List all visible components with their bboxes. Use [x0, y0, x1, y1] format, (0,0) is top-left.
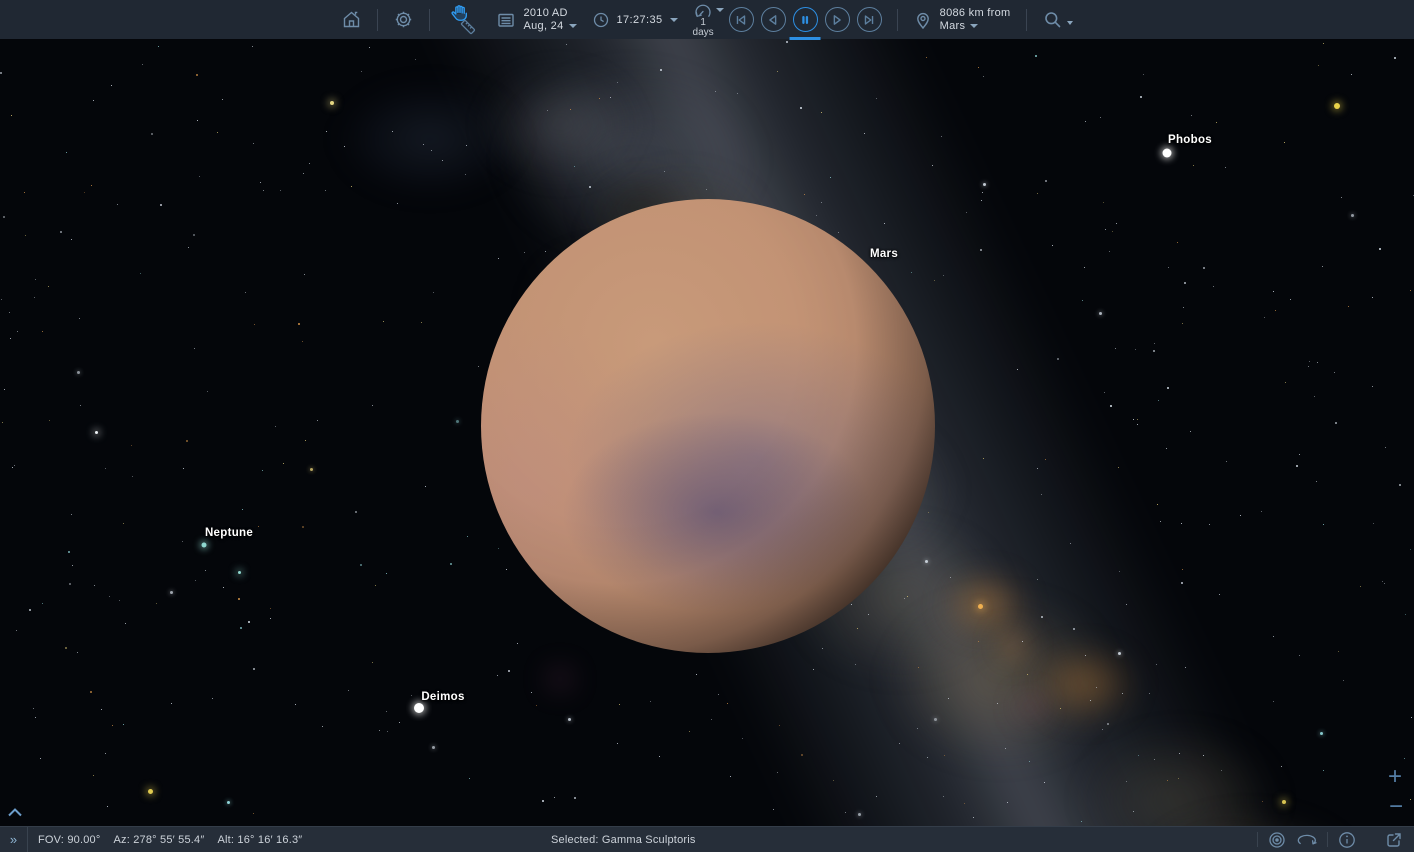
home-icon — [341, 9, 362, 30]
play-back-icon — [762, 9, 784, 31]
neptune-dot[interactable] — [202, 543, 207, 548]
status-bar: » FOV: 90.00° Az: 278° 55′ 55.4″ Alt: 16… — [0, 826, 1414, 852]
pointer-tools — [445, 1, 481, 39]
orbit-view-button[interactable] — [1296, 830, 1318, 850]
top-toolbar: 2010 AD Aug, 24 17:27:35 1 — [0, 0, 1414, 39]
search-button[interactable] — [1042, 9, 1073, 31]
statusbar-tools — [1257, 830, 1414, 850]
time-step-unit: days — [693, 28, 714, 38]
time-value: 17:27:35 — [617, 14, 663, 26]
time-step-selector[interactable]: 1 days — [693, 3, 714, 38]
play-button[interactable] — [825, 7, 850, 32]
chevron-down-icon — [716, 8, 724, 12]
location-pin-icon — [913, 9, 933, 31]
skip-start-icon — [730, 9, 752, 31]
step-back-button[interactable] — [761, 7, 786, 32]
divider — [27, 827, 28, 852]
divider — [1327, 832, 1328, 847]
divider — [1257, 832, 1258, 847]
selected-object-label: Selected: Gamma Sculptoris — [551, 834, 696, 846]
clock-icon — [592, 11, 610, 29]
search-icon — [1042, 9, 1064, 31]
chevron-up-icon — [6, 807, 24, 818]
expand-panel-button[interactable]: » — [0, 827, 27, 852]
sky-label-deimos[interactable]: Deimos — [421, 691, 464, 703]
sky-label-phobos[interactable]: Phobos — [1168, 134, 1212, 146]
playback-controls — [729, 7, 882, 32]
chevron-down-icon — [1067, 21, 1073, 25]
phobos-dot[interactable] — [1163, 149, 1172, 158]
object-labels-layer: Phobos Mars Neptune Deimos — [0, 39, 1414, 826]
info-icon — [1337, 830, 1357, 850]
settings-button[interactable] — [393, 9, 414, 30]
altitude-value: Alt: 16° 16′ 16.3″ — [217, 834, 302, 846]
pause-button[interactable] — [793, 7, 818, 32]
play-icon — [826, 9, 848, 31]
external-link-icon — [1384, 830, 1404, 850]
azimuth-value: Az: 278° 55′ 55.4″ — [113, 834, 204, 846]
date-era: 2010 AD — [523, 7, 576, 20]
planetarium-app: 2010 AD Aug, 24 17:27:35 1 — [0, 0, 1414, 852]
chevron-down-icon — [970, 24, 978, 28]
center-object-button[interactable] — [1267, 830, 1287, 850]
sky-label-neptune[interactable]: Neptune — [205, 527, 253, 539]
home-button[interactable] — [341, 9, 362, 30]
divider — [897, 9, 898, 31]
share-external-button[interactable] — [1384, 830, 1404, 850]
target-icon — [1267, 830, 1287, 850]
divider — [377, 9, 378, 31]
zoom-in-button[interactable]: + — [1388, 767, 1402, 787]
view-coordinates: FOV: 90.00° Az: 278° 55′ 55.4″ Alt: 16° … — [38, 834, 302, 846]
divider — [1026, 9, 1027, 31]
skip-to-start-button[interactable] — [729, 7, 754, 32]
location-body: Mars — [940, 20, 966, 33]
pause-icon — [794, 9, 816, 31]
pan-up-button[interactable] — [6, 807, 24, 818]
divider — [429, 9, 430, 31]
skip-end-icon — [858, 9, 880, 31]
date-day: Aug, 24 — [523, 20, 563, 33]
chevron-down-icon — [670, 18, 678, 22]
deimos-dot[interactable] — [414, 703, 424, 713]
location-distance: 8086 km from — [940, 7, 1011, 20]
fov-value: FOV: 90.00° — [38, 834, 100, 846]
measure-tool-button[interactable] — [457, 16, 479, 38]
date-selector[interactable]: 2010 AD Aug, 24 — [496, 7, 576, 33]
zoom-out-button[interactable]: − — [1389, 797, 1403, 817]
location-selector[interactable]: 8086 km from Mars — [913, 7, 1011, 33]
orbit-rotate-icon — [1296, 830, 1318, 850]
time-selector[interactable]: 17:27:35 — [592, 11, 678, 29]
calendar-icon — [496, 10, 516, 30]
info-button[interactable] — [1337, 830, 1357, 850]
sky-viewport[interactable]: Phobos Mars Neptune Deimos + − — [0, 39, 1414, 826]
gear-icon — [393, 9, 414, 30]
ruler-icon — [457, 16, 479, 38]
chevron-down-icon — [569, 24, 577, 28]
sky-label-mars[interactable]: Mars — [870, 248, 898, 260]
skip-to-end-button[interactable] — [857, 7, 882, 32]
